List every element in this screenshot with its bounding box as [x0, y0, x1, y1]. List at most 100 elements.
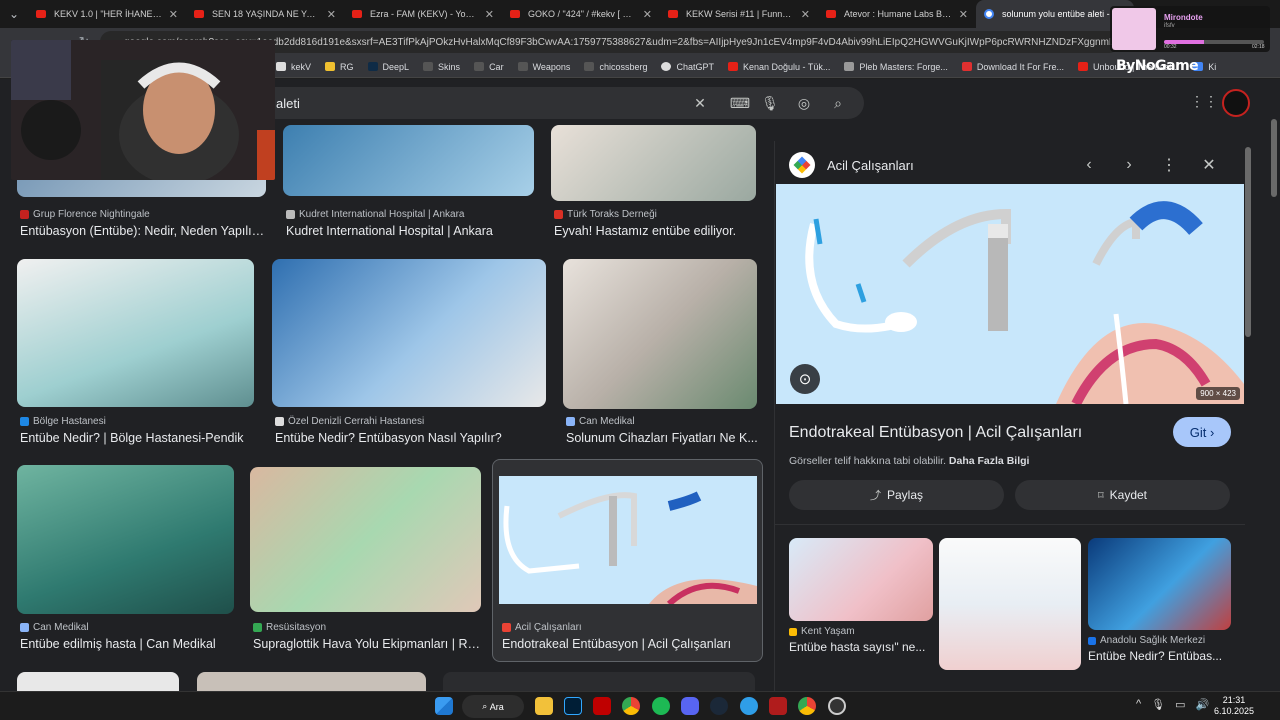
related-item[interactable]: Anadolu Sağlık Merkezi Entübe Nedir? Ent…: [1088, 538, 1232, 663]
result-caption[interactable]: Entübe edilmiş hasta | Can Medikal: [20, 637, 237, 651]
scrollbar-thumb[interactable]: [1271, 119, 1277, 197]
steam-icon[interactable]: [710, 697, 728, 715]
result-image[interactable]: [272, 259, 546, 407]
scrollbar-thumb[interactable]: [1245, 147, 1251, 337]
lens-icon[interactable]: ◎: [794, 93, 814, 113]
tab-1[interactable]: KEKV 1.0 | "HER İHANET, SEVGİ ✕: [28, 0, 186, 28]
close-icon[interactable]: ✕: [1189, 155, 1229, 175]
result-card[interactable]: Can Medikal Solunum Cihazları Fiyatları …: [563, 259, 760, 449]
network-icon[interactable]: ▭: [1175, 698, 1185, 711]
tab-6[interactable]: Atevor : Humane Labs Baskını ✕: [818, 0, 976, 28]
bookmark-10[interactable]: Pleb Masters: Forge...: [844, 62, 948, 72]
result-image[interactable]: [250, 467, 481, 612]
spotify-icon[interactable]: [652, 697, 670, 715]
result-image[interactable]: [17, 465, 234, 614]
result-image[interactable]: [443, 672, 755, 691]
result-caption[interactable]: Entübe Nedir? | Bölge Hastanesi-Pendik: [20, 431, 257, 445]
apps-grid-icon[interactable]: ⋮⋮: [1190, 93, 1218, 113]
result-caption[interactable]: Entübasyon (Entübe): Nedir, Neden Yapılı…: [20, 224, 268, 238]
clear-icon[interactable]: ✕: [690, 93, 710, 113]
panel-scrollbar[interactable]: [1244, 141, 1252, 671]
tab-5[interactable]: KEKW Serisi #11 | Funny Mome ✕: [660, 0, 818, 28]
related-image[interactable]: [1088, 538, 1231, 630]
related-item[interactable]: [939, 538, 1081, 670]
bookmark-11[interactable]: Download It For Fre...: [961, 62, 1064, 72]
tab-3[interactable]: Ezra - FAM (KEKV) - YouTube ✕: [344, 0, 502, 28]
result-image[interactable]: [283, 125, 534, 196]
close-icon[interactable]: ✕: [169, 8, 178, 21]
share-button[interactable]: ⤴ Paylaş: [789, 480, 1004, 510]
visit-button[interactable]: Git ›: [1173, 417, 1231, 447]
bookmark-1[interactable]: kekV: [276, 62, 311, 72]
result-image[interactable]: [17, 672, 179, 691]
keyboard-icon[interactable]: ⌨: [730, 93, 750, 113]
close-icon[interactable]: ✕: [959, 8, 968, 21]
bookmark-5[interactable]: Car: [474, 62, 504, 72]
related-item[interactable]: Kent Yaşam Entübe hasta sayısı" ne...: [789, 538, 933, 654]
result-image[interactable]: [551, 125, 756, 201]
close-icon[interactable]: ✕: [801, 8, 810, 21]
result-card[interactable]: Resüsitasyon Supraglottik Hava Yolu Ekip…: [250, 467, 484, 667]
bookmark-7[interactable]: chicossberg: [584, 62, 647, 72]
app-icon[interactable]: [769, 697, 787, 715]
panel-title[interactable]: Endotrakeal Entübasyon | Acil Çalışanlar…: [789, 424, 1082, 442]
bookmark-9[interactable]: Kenan Doğulu - Tük...: [727, 62, 830, 72]
result-caption[interactable]: Entübe Nedir? Entübasyon Nasıl Yapılır?: [275, 431, 549, 445]
tab-2[interactable]: SEN 18 YAŞINDA NE YAPIYORD ✕: [186, 0, 344, 28]
result-caption[interactable]: Kudret International Hospital | Ankara: [286, 224, 534, 238]
save-button[interactable]: ⌑ Kaydet: [1015, 480, 1230, 510]
result-caption[interactable]: Supraglottik Hava Yolu Ekipmanları | Re.…: [253, 637, 484, 651]
page-scrollbar[interactable]: [1270, 119, 1278, 691]
result-caption[interactable]: Solunum Cihazları Fiyatları Ne K...: [566, 431, 760, 445]
close-icon[interactable]: ✕: [643, 8, 652, 21]
microphone-icon[interactable]: 🎙: [1151, 698, 1165, 711]
result-image[interactable]: [197, 672, 426, 691]
clock[interactable]: 21:31 6.10.2025: [1214, 695, 1254, 717]
file-explorer-icon[interactable]: [535, 697, 553, 715]
related-caption[interactable]: Entübe hasta sayısı" ne...: [789, 640, 933, 654]
bookmark-3[interactable]: DeepL: [367, 62, 409, 72]
result-card[interactable]: Bölge Hastanesi Entübe Nedir? | Bölge Ha…: [17, 259, 257, 449]
chrome-icon[interactable]: [622, 697, 640, 715]
more-info-link[interactable]: Daha Fazla Bilgi: [949, 455, 1030, 467]
lens-search-button[interactable]: ⊙: [790, 364, 820, 394]
search-query[interactable]: aleti: [276, 96, 300, 111]
result-card[interactable]: Can Medikal Entübe edilmiş hasta | Can M…: [17, 465, 235, 665]
chevron-left-icon[interactable]: ‹: [1069, 156, 1109, 174]
related-image[interactable]: [789, 538, 933, 621]
bookmark-2[interactable]: RG: [325, 62, 354, 72]
result-image[interactable]: [17, 259, 254, 407]
close-icon[interactable]: ✕: [327, 8, 336, 21]
discord-icon[interactable]: [681, 697, 699, 715]
volume-icon[interactable]: 🔊: [1196, 698, 1210, 711]
preview-image[interactable]: ⊙ 900 × 423: [776, 184, 1244, 404]
photoshop-icon[interactable]: [564, 697, 582, 715]
obs-icon[interactable]: [828, 697, 846, 715]
chevron-up-icon[interactable]: ^: [1136, 698, 1141, 711]
related-image[interactable]: [939, 538, 1081, 670]
related-caption[interactable]: Entübe Nedir? Entübas...: [1088, 649, 1232, 663]
result-caption[interactable]: Endotrakeal Entübasyon | Acil Çalışanlar…: [502, 637, 752, 651]
windows-start-icon[interactable]: [435, 697, 453, 715]
chrome-icon[interactable]: [798, 697, 816, 715]
bookmark-6[interactable]: Weapons: [517, 62, 570, 72]
filezilla-icon[interactable]: [593, 697, 611, 715]
more-icon[interactable]: ⋮: [1149, 155, 1189, 175]
tab-4[interactable]: GOKO / "424" / #kekv [ SON ] ✕: [502, 0, 660, 28]
result-card-selected[interactable]: Acil Çalışanları Endotrakeal Entübasyon …: [492, 459, 763, 662]
bookmark-8[interactable]: ChatGPT: [661, 62, 714, 72]
microphone-icon[interactable]: 🎙: [760, 93, 780, 113]
result-card[interactable]: Özel Denizli Cerrahi Hastanesi Entübe Ne…: [272, 259, 547, 449]
bookmark-4[interactable]: Skins: [423, 62, 460, 72]
tab-search-button[interactable]: ⌄: [0, 0, 28, 28]
edge-icon[interactable]: [740, 697, 758, 715]
chevron-right-icon[interactable]: ›: [1109, 156, 1149, 174]
close-icon[interactable]: ✕: [485, 8, 494, 21]
search-icon[interactable]: ⌕: [828, 93, 848, 113]
avatar[interactable]: [1222, 89, 1250, 117]
panel-site-name[interactable]: Acil Çalışanları: [827, 158, 1069, 173]
result-caption[interactable]: Eyvah! Hastamız entübe ediliyor.: [554, 224, 759, 238]
taskbar-search[interactable]: ⌕ Ara: [462, 695, 524, 718]
result-image[interactable]: [499, 476, 757, 604]
result-image[interactable]: [563, 259, 757, 409]
